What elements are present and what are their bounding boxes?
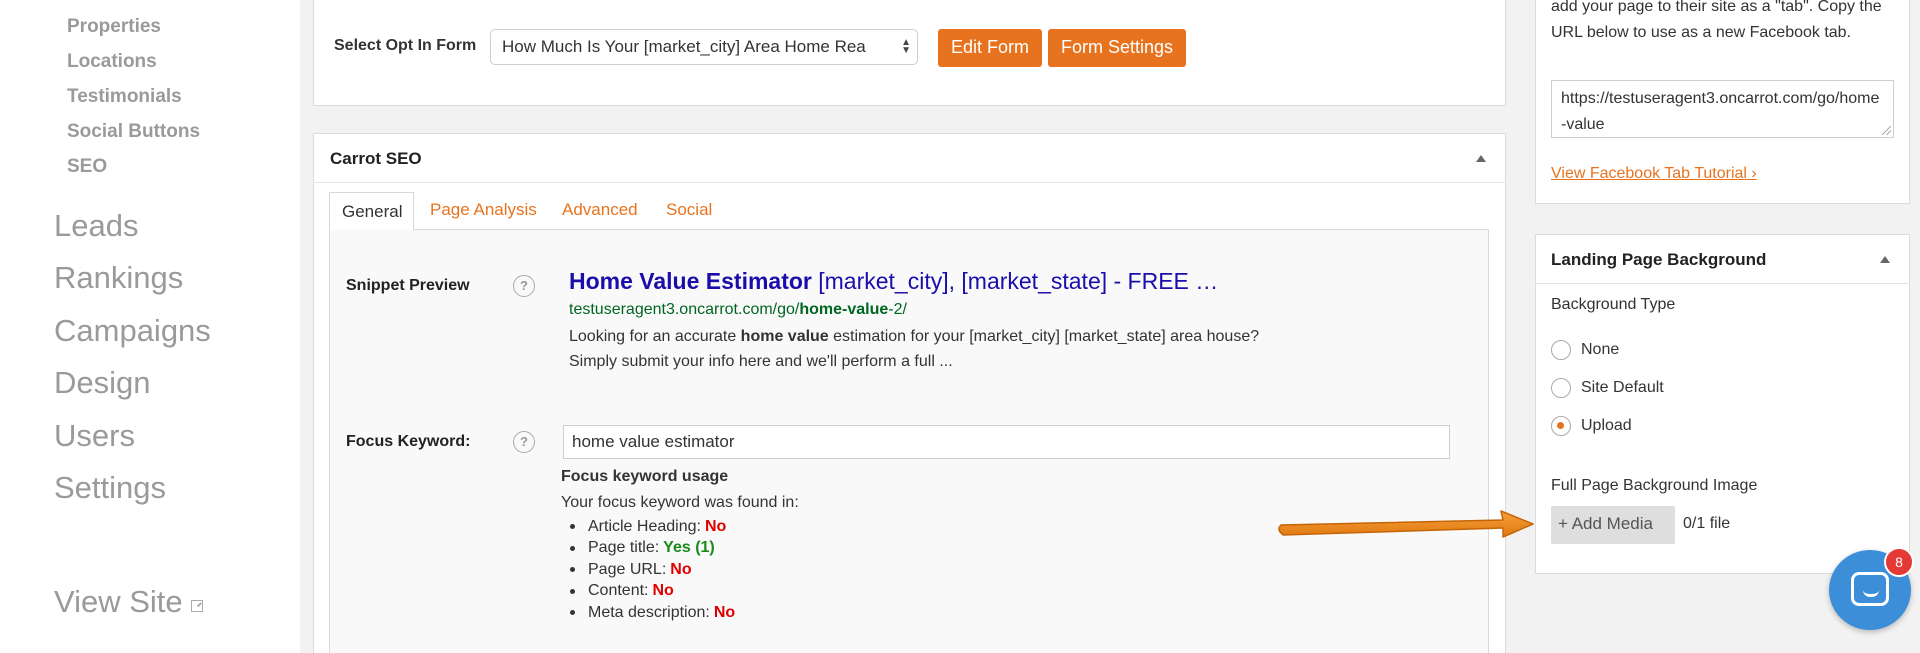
usage-item-status: Yes (1) [663,539,715,557]
bullet-icon [570,524,575,530]
usage-item-status: No [670,560,692,578]
facebook-tutorial-link[interactable]: View Facebook Tab Tutorial › [1551,165,1757,183]
sidebar-subitem-social-buttons[interactable]: Social Buttons [67,121,200,143]
radio-none[interactable]: None [1551,340,1619,360]
landing-background-divider [1535,283,1910,284]
usage-found-text: Your focus keyword was found in: [561,494,799,511]
list-item: Page title: Yes (1) [570,538,735,560]
form-settings-button[interactable]: Form Settings [1048,29,1187,67]
tab-advanced[interactable]: Advanced [562,200,638,220]
radio-site-default[interactable]: Site Default [1551,378,1664,398]
sidebar-item-rankings[interactable]: Rankings [54,260,183,296]
background-type-label: Background Type [1551,296,1676,313]
radio-label: None [1581,341,1620,358]
usage-title: Focus keyword usage [561,468,729,485]
snippet-title-bold: Home Value Estimator [569,268,812,294]
landing-background-title: Landing Page Background [1551,250,1767,269]
help-icon[interactable]: ? [513,431,535,453]
notification-badge: 8 [1884,547,1914,577]
usage-item-status: No [704,517,727,535]
snippet-url-suffix: -2/ [888,301,907,318]
select-arrows-icon: ▲ ▼ [901,37,911,56]
add-media-button[interactable]: + Add Media [1551,506,1675,544]
tab-page-analysis[interactable]: Page Analysis [430,200,537,220]
tab-general[interactable]: General [329,192,414,230]
usage-item-label: Meta description: [588,603,710,621]
radio-button[interactable] [1551,378,1571,398]
facebook-tab-url-field[interactable]: https://testuseragent3.oncarrot.com/go/h… [1551,80,1894,138]
facebook-tab-description: add your page to their site as a "tab". … [1551,0,1882,41]
list-item: Meta description: No [570,602,735,624]
list-item: Page URL: No [570,559,735,581]
collapse-toggle-icon[interactable] [1880,256,1890,263]
view-site-label: View Site [54,584,183,619]
usage-item-label: Content: [588,582,649,600]
external-link-icon [190,600,203,612]
annotation-arrow-icon [1278,510,1534,538]
view-site-link[interactable]: View Site [54,584,203,620]
radio-button[interactable] [1551,340,1571,360]
usage-item-status: No [713,603,736,621]
usage-item-label: Page title: [588,539,660,557]
sidebar-subitem-seo[interactable]: SEO [67,156,107,178]
seo-panel-title: Carrot SEO [330,149,422,168]
sidebar-subitem-properties[interactable]: Properties [67,16,161,38]
bullet-icon [570,588,575,594]
collapse-toggle-icon[interactable] [1476,155,1486,162]
optin-form-selected-value: How Much Is Your [market_city] Area Home… [502,37,866,56]
usage-item-status: No [652,582,674,600]
snippet-url: testuseragent3.oncarrot.com/go/home-valu… [569,301,907,319]
list-item: Content: No [570,581,735,603]
optin-form-select[interactable]: How Much Is Your [market_city] Area Home… [490,29,918,65]
file-count: 0/1 file [1683,515,1731,532]
radio-label: Upload [1581,417,1632,434]
snippet-title-rest: [market_city], [market_state] - FREE … [811,268,1219,294]
chat-icon [1851,572,1889,606]
sidebar: Properties Locations Testimonials Social… [0,0,300,653]
sidebar-subitem-locations[interactable]: Locations [67,51,157,73]
help-icon[interactable]: ? [513,275,535,297]
resize-handle-icon[interactable] [1882,126,1891,135]
bullet-icon [570,545,575,551]
sidebar-item-design[interactable]: Design [54,365,151,401]
snippet-url-prefix: testuseragent3.oncarrot.com/go/ [569,301,800,318]
focus-keyword-input[interactable]: home value estimator [563,425,1450,459]
snippet-description: Looking for an accurate home value estim… [569,324,1299,374]
sidebar-subitem-testimonials[interactable]: Testimonials [67,86,182,108]
snippet-title: Home Value Estimator [market_city], [mar… [569,268,1218,295]
sidebar-item-settings[interactable]: Settings [54,470,166,506]
usage-item-label: Article Heading: [588,517,701,535]
radio-upload[interactable]: Upload [1551,416,1632,436]
usage-list: Article Heading: No Page title: Yes (1) Pa… [570,516,735,624]
bullet-icon [570,567,575,573]
usage-item-label: Page URL: [588,560,667,578]
radio-label: Site Default [1581,379,1664,396]
sidebar-item-leads[interactable]: Leads [54,208,138,244]
facebook-tab-url-value: https://testuseragent3.oncarrot.com/go/h… [1561,90,1880,133]
sidebar-item-campaigns[interactable]: Campaigns [54,313,211,349]
focus-keyword-label: Focus Keyword: [346,433,471,450]
snippet-desc-part1: Looking for an accurate [569,328,741,345]
sidebar-item-users[interactable]: Users [54,418,135,454]
tab-social[interactable]: Social [666,200,712,220]
snippet-url-bold: home-value [799,301,889,318]
chat-smile [1863,590,1879,597]
list-item: Article Heading: No [570,516,735,538]
radio-button-checked[interactable] [1551,416,1571,436]
snippet-preview-label: Snippet Preview [346,277,470,294]
seo-divider [313,182,1506,183]
edit-form-button[interactable]: Edit Form [938,29,1043,67]
optin-label: Select Opt In Form [334,37,477,54]
bullet-icon [570,610,575,616]
snippet-desc-bold: home value [740,328,829,345]
full-page-background-image-label: Full Page Background Image [1551,477,1758,494]
